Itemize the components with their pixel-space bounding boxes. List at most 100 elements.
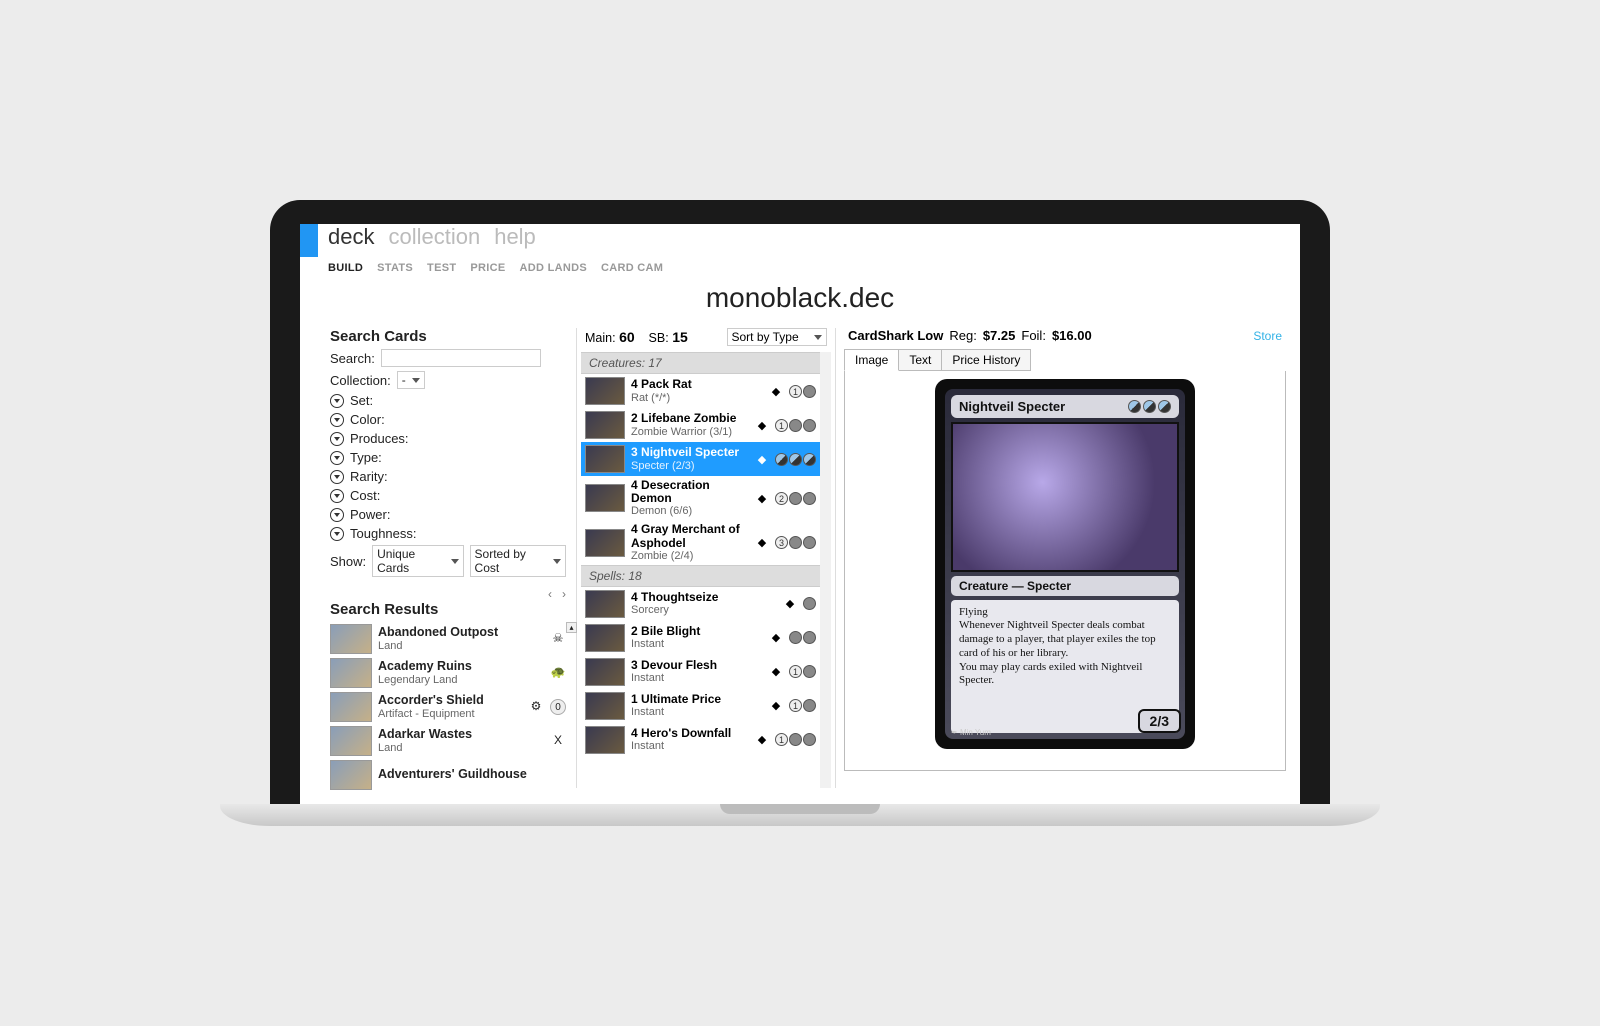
mana-cost: 0 [550, 699, 566, 715]
set-icon: ◆ [769, 665, 783, 678]
card-thumb [330, 760, 372, 790]
result-type: Artifact - Equipment [378, 708, 522, 720]
set-icon [550, 767, 566, 783]
deck-row[interactable]: 2 Lifebane ZombieZombie Warrior (3/1)◆1 [581, 408, 820, 442]
card-thumb [330, 658, 372, 688]
nav-tab-deck[interactable]: deck [328, 224, 374, 250]
subnav-card-cam[interactable]: CARD CAM [601, 262, 663, 274]
card-image-frame: Nightveil Specter Creature — Specter Fly… [844, 371, 1286, 771]
deck-row[interactable]: 4 Hero's DownfallInstant◆1 [581, 723, 820, 757]
facet-label: Produces: [350, 431, 409, 446]
result-row[interactable]: Academy RuinsLegendary Land🐢 [330, 656, 566, 690]
subnav-stats[interactable]: STATS [377, 262, 413, 274]
card-preview: Nightveil Specter Creature — Specter Fly… [935, 379, 1195, 749]
expand-icon[interactable] [330, 451, 344, 465]
chevron-down-icon [412, 378, 420, 383]
card-thumb [585, 411, 625, 439]
deck-row[interactable]: 1 Ultimate PriceInstant◆1 [581, 689, 820, 723]
expand-icon[interactable] [330, 432, 344, 446]
detail-tab-text[interactable]: Text [898, 349, 942, 371]
show-select[interactable]: Unique Cards [372, 545, 463, 577]
result-name: Adarkar Wastes [378, 728, 544, 742]
card-thumb [330, 692, 372, 722]
deck-card-name: Hero's Downfall [641, 726, 731, 740]
sort-select[interactable]: Sorted by Cost [470, 545, 566, 577]
mana-cost: 2 [775, 492, 816, 505]
result-name: Accorder's Shield [378, 694, 522, 708]
expand-icon[interactable] [330, 394, 344, 408]
deck-panel: Main: 60 SB: 15 Sort by Type Creatures: … [576, 328, 836, 788]
deck-row[interactable]: 4 Gray Merchant of AsphodelZombie (2/4)◆… [581, 520, 820, 564]
detail-tab-image[interactable]: Image [844, 349, 899, 371]
set-icon: ◆ [755, 733, 769, 746]
results-prev[interactable]: ‹ [548, 587, 552, 601]
deck-row[interactable]: 4 Pack RatRat (*/*)◆1 [581, 374, 820, 408]
set-icon: ◆ [755, 536, 769, 549]
subnav-build[interactable]: BUILD [328, 262, 363, 274]
card-thumb [585, 658, 625, 686]
card-typeline: Creature — Specter [951, 576, 1179, 596]
deck-row[interactable]: 3 Nightveil SpecterSpecter (2/3)◆ [581, 442, 820, 476]
subnav-test[interactable]: TEST [427, 262, 456, 274]
subnav-add-lands[interactable]: ADD LANDS [519, 262, 586, 274]
result-row[interactable]: Abandoned OutpostLand☠ [330, 622, 566, 656]
expand-icon[interactable] [330, 470, 344, 484]
deck-card-sub: Demon (6/6) [631, 505, 749, 517]
card-artist: ✒ Min Yum [951, 728, 991, 737]
sub-nav: BUILD STATS TEST PRICE ADD LANDS CARD CAM [300, 258, 1300, 282]
set-icon: ◆ [755, 453, 769, 466]
set-icon: ◆ [755, 492, 769, 505]
result-row[interactable]: Adventurers' Guildhouse [330, 758, 566, 792]
deck-card-sub: Instant [631, 672, 763, 684]
search-input[interactable] [381, 349, 541, 367]
app-window: deck collection help BUILD STATS TEST PRICE AD… [300, 224, 1300, 804]
result-type: Land [378, 742, 544, 754]
collection-select[interactable]: - [397, 371, 425, 389]
subnav-price[interactable]: PRICE [470, 262, 505, 274]
scroll-up-icon[interactable]: ▴ [566, 622, 577, 633]
search-heading: Search Cards [330, 328, 566, 345]
deck-row[interactable]: 3 Devour FleshInstant◆1 [581, 655, 820, 689]
nav-tab-collection[interactable]: collection [388, 224, 480, 250]
show-label: Show: [330, 554, 366, 569]
search-panel: Search Cards Search: Collection: - Set:C… [306, 328, 576, 788]
card-thumb [585, 445, 625, 473]
mana-cost: 1 [789, 699, 816, 712]
store-link[interactable]: Store [1253, 329, 1282, 343]
mana-cost: 3 [775, 536, 816, 549]
facet-label: Power: [350, 507, 390, 522]
deck-sort-select[interactable]: Sort by Type [727, 328, 828, 346]
deck-card-name: Gray Merchant of Asphodel [631, 522, 740, 549]
result-name: Abandoned Outpost [378, 626, 544, 640]
result-type: Land [378, 640, 544, 652]
set-icon: ◆ [769, 699, 783, 712]
expand-icon[interactable] [330, 413, 344, 427]
foil-label: Foil: [1021, 328, 1046, 343]
facet-label: Set: [350, 393, 373, 408]
card-thumb [585, 624, 625, 652]
accent-block [300, 224, 318, 257]
nav-tab-help[interactable]: help [494, 224, 536, 250]
expand-icon[interactable] [330, 508, 344, 522]
card-thumb [585, 726, 625, 754]
mana-cost [789, 631, 816, 644]
sb-label: SB: [649, 331, 669, 345]
result-row[interactable]: Accorder's ShieldArtifact - Equipment ⚙ 0 [330, 690, 566, 724]
chevron-down-icon [814, 335, 822, 340]
set-icon: ◆ [783, 597, 797, 610]
facet-label: Type: [350, 450, 382, 465]
expand-icon[interactable] [330, 489, 344, 503]
deck-row[interactable]: 2 Bile BlightInstant◆ [581, 621, 820, 655]
deck-card-name: Pack Rat [641, 377, 692, 391]
deck-row[interactable]: 4 ThoughtseizeSorcery◆ [581, 587, 820, 621]
deck-card-name: Thoughtseize [641, 590, 718, 604]
deck-group-header: Creatures: 17 [581, 352, 820, 374]
set-icon: ⚙ [528, 699, 544, 715]
result-row[interactable]: Adarkar WastesLandX [330, 724, 566, 758]
search-label: Search: [330, 351, 375, 366]
deck-card-sub: Instant [631, 740, 749, 752]
detail-tab-price-history[interactable]: Price History [941, 349, 1031, 371]
results-next[interactable]: › [562, 587, 566, 601]
deck-row[interactable]: 4 Desecration DemonDemon (6/6)◆2 [581, 476, 820, 520]
expand-icon[interactable] [330, 527, 344, 541]
